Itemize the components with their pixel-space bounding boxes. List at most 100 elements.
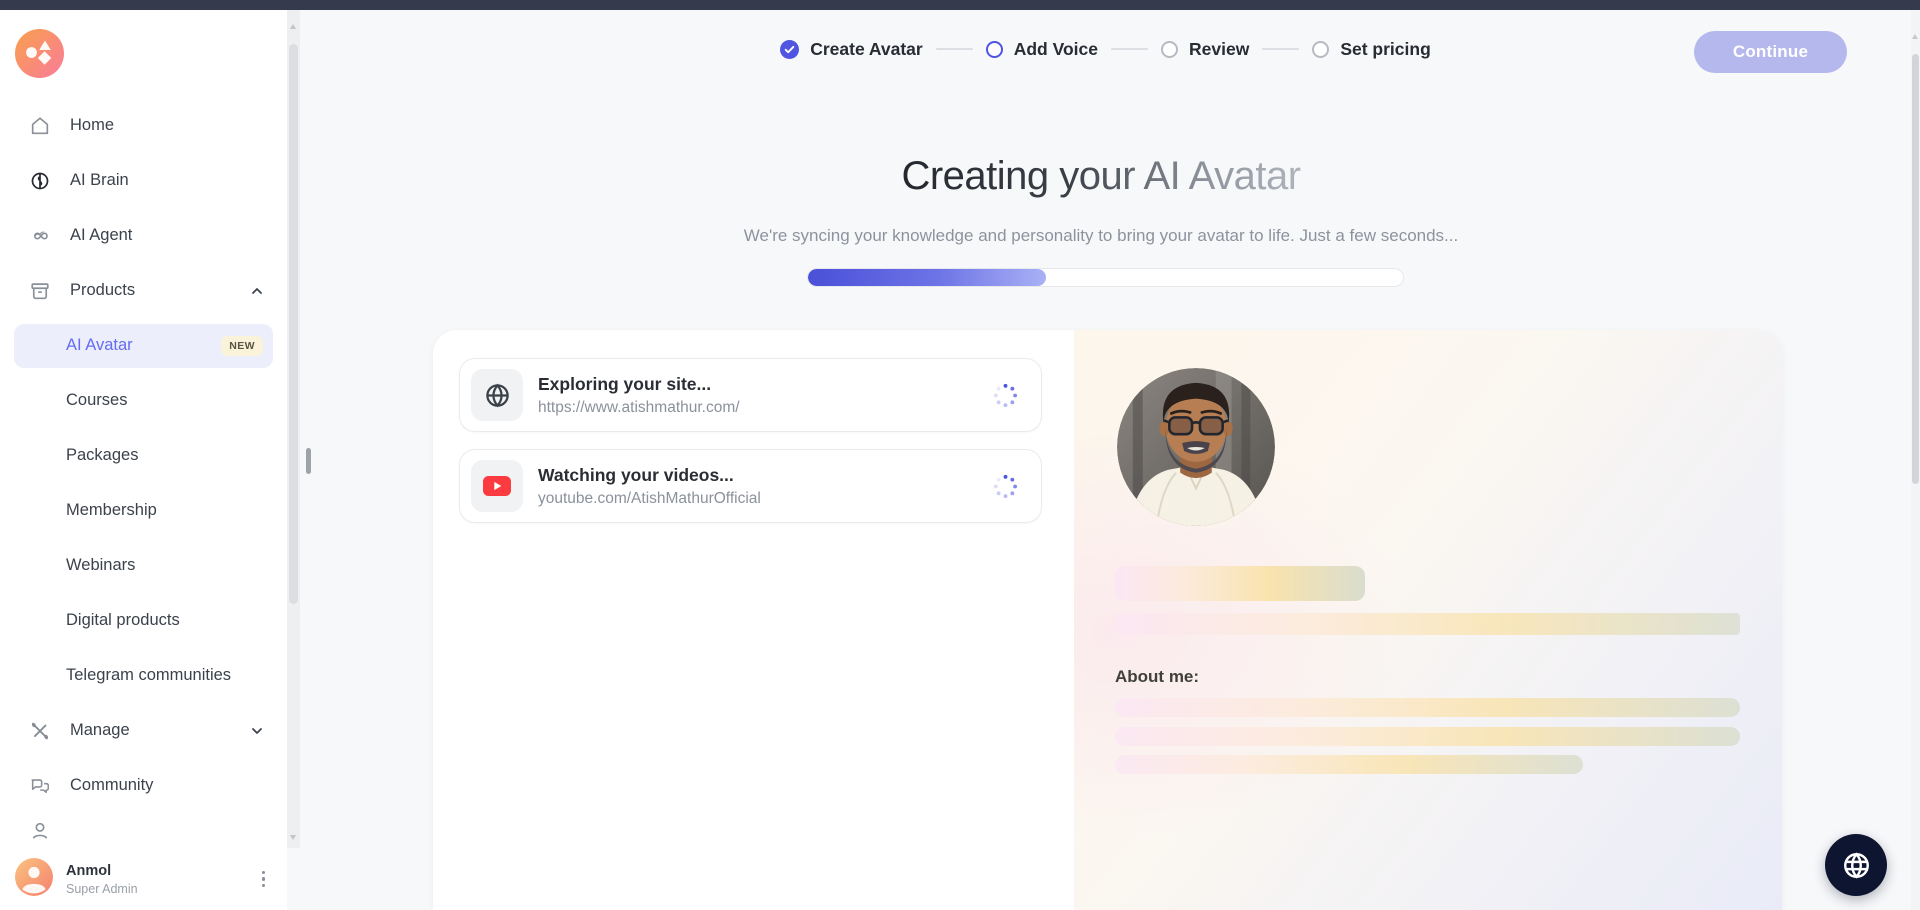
sidebar-item-courses[interactable]: Courses xyxy=(0,373,287,428)
sidebar-item-label: Digital products xyxy=(66,611,180,630)
scrollbar-down-arrow[interactable] xyxy=(290,835,296,840)
sidebar-item-ai-agent[interactable]: AI Agent xyxy=(0,208,287,263)
step-connector xyxy=(936,48,973,50)
continue-button[interactable]: Continue xyxy=(1694,31,1847,73)
task-title: Exploring your site... xyxy=(538,374,740,395)
step-upcoming-ring-icon xyxy=(1312,41,1329,58)
page-title: Creating your AI Avatar xyxy=(300,154,1902,199)
sidebar-item-community[interactable]: Community xyxy=(0,758,287,813)
loading-spinner-icon xyxy=(992,473,1019,500)
person-icon xyxy=(28,820,52,842)
step-add-voice[interactable]: Add Voice xyxy=(986,39,1098,60)
user-name: Anmol xyxy=(66,863,138,879)
language-globe-fab[interactable] xyxy=(1825,834,1887,896)
skeleton-bar xyxy=(1115,698,1740,717)
sidebar-item-label: Home xyxy=(70,116,114,135)
step-label: Add Voice xyxy=(1014,39,1098,60)
skeleton-bar xyxy=(1115,566,1365,601)
logo-icon xyxy=(15,29,64,78)
user-menu-kebab-icon[interactable] xyxy=(258,867,270,892)
step-label: Set pricing xyxy=(1340,39,1430,60)
sidebar-nav: Home AI Brain AI Agent Products xyxy=(0,98,287,848)
sidebar-resize-handle[interactable] xyxy=(306,448,311,474)
sidebar-item-label: AI Brain xyxy=(70,171,129,190)
sidebar-item-label: Manage xyxy=(70,721,130,740)
globe-icon xyxy=(484,382,511,409)
task-url: https://www.atishmathur.com/ xyxy=(538,399,740,417)
sidebar: Home AI Brain AI Agent Products xyxy=(0,10,287,910)
archive-box-icon xyxy=(28,280,52,302)
task-watching-videos: Watching your videos... youtube.com/Atis… xyxy=(459,449,1042,523)
chevron-down-icon xyxy=(249,723,265,739)
task-exploring-site: Exploring your site... https://www.atish… xyxy=(459,358,1042,432)
step-upcoming-ring-icon xyxy=(1161,41,1178,58)
page-scrollbar[interactable] xyxy=(1911,10,1920,910)
sidebar-item-label: Community xyxy=(70,776,153,795)
sidebar-item-packages[interactable]: Packages xyxy=(0,428,287,483)
globe-icon xyxy=(1841,850,1872,881)
top-accent-bar xyxy=(0,0,1920,10)
sidebar-item-home[interactable]: Home xyxy=(0,98,287,153)
page-subtitle: We're syncing your knowledge and persona… xyxy=(300,226,1902,246)
avatar-preview-panel: About me: xyxy=(1074,330,1782,910)
new-badge: NEW xyxy=(221,336,263,356)
task-list: Exploring your site... https://www.atish… xyxy=(459,358,1042,523)
step-complete-check-icon xyxy=(780,40,799,59)
task-url: youtube.com/AtishMathurOfficial xyxy=(538,490,761,508)
sidebar-item-digital-products[interactable]: Digital products xyxy=(0,593,287,648)
chevron-up-icon xyxy=(249,283,265,299)
sidebar-item-partial[interactable] xyxy=(0,813,287,848)
step-review[interactable]: Review xyxy=(1161,39,1249,60)
sidebar-item-label: Webinars xyxy=(66,556,135,575)
sidebar-item-telegram-communities[interactable]: Telegram communities xyxy=(0,648,287,703)
user-avatar[interactable] xyxy=(15,858,53,901)
scrollbar-thumb[interactable] xyxy=(1912,54,1919,484)
loading-spinner-icon xyxy=(992,382,1019,409)
icon-tile xyxy=(471,369,523,421)
sidebar-item-label: Packages xyxy=(66,446,138,465)
icon-tile xyxy=(471,460,523,512)
sidebar-item-membership[interactable]: Membership xyxy=(0,483,287,538)
sidebar-item-webinars[interactable]: Webinars xyxy=(0,538,287,593)
sidebar-item-label: Products xyxy=(70,281,135,300)
sidebar-item-ai-avatar[interactable]: AI Avatar NEW xyxy=(14,324,273,368)
youtube-icon xyxy=(483,476,511,496)
sidebar-item-products[interactable]: Products xyxy=(0,263,287,318)
wizard-stepper: Create Avatar Add Voice Review Set prici… xyxy=(300,10,1911,88)
scrollbar-up-arrow[interactable] xyxy=(1912,34,1918,39)
sidebar-item-label: Membership xyxy=(66,501,157,520)
sidebar-item-label: AI Agent xyxy=(70,226,132,245)
about-me-label: About me: xyxy=(1115,667,1199,687)
sidebar-item-label: Telegram communities xyxy=(66,666,231,685)
avatar-portrait-illustration xyxy=(1117,368,1275,526)
sidebar-item-ai-brain[interactable]: AI Brain xyxy=(0,153,287,208)
scrollbar-up-arrow[interactable] xyxy=(290,24,296,29)
scrollbar-thumb[interactable] xyxy=(289,44,298,604)
step-label: Create Avatar xyxy=(810,39,923,60)
step-current-ring-icon xyxy=(986,41,1003,58)
user-footer: Anmol Super Admin xyxy=(0,848,287,910)
progress-bar-fill xyxy=(808,269,1046,286)
step-create-avatar[interactable]: Create Avatar xyxy=(780,39,923,60)
brain-icon xyxy=(28,170,52,192)
tools-icon xyxy=(28,720,52,742)
task-title: Watching your videos... xyxy=(538,465,761,486)
step-connector xyxy=(1262,48,1299,50)
chat-bubbles-icon xyxy=(28,775,52,797)
user-avatar-icon xyxy=(15,858,53,896)
app-logo[interactable] xyxy=(15,29,64,78)
avatar-photo xyxy=(1117,368,1275,526)
user-role: Super Admin xyxy=(66,882,138,896)
skeleton-bar xyxy=(1115,755,1583,774)
step-set-pricing[interactable]: Set pricing xyxy=(1312,39,1430,60)
skeleton-bar xyxy=(1115,613,1740,635)
progress-bar xyxy=(807,268,1404,287)
skeleton-bar xyxy=(1115,727,1740,746)
sidebar-scrollbar[interactable] xyxy=(287,10,300,848)
step-connector xyxy=(1111,48,1148,50)
avatar-creation-card: Exploring your site... https://www.atish… xyxy=(433,330,1782,910)
step-label: Review xyxy=(1189,39,1249,60)
sidebar-item-label: Courses xyxy=(66,391,127,410)
sidebar-item-label: AI Avatar xyxy=(66,336,133,355)
sidebar-item-manage[interactable]: Manage xyxy=(0,703,287,758)
